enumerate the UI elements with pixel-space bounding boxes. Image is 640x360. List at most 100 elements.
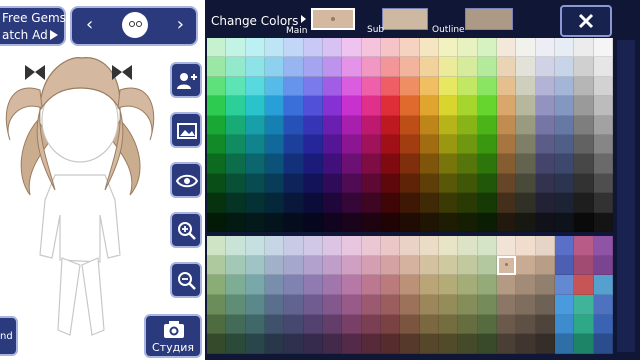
color-cell[interactable] <box>323 334 343 354</box>
color-cell[interactable] <box>419 115 439 135</box>
color-cell[interactable] <box>574 236 594 256</box>
color-cell[interactable] <box>207 38 227 58</box>
color-cell[interactable] <box>419 314 439 335</box>
color-cell[interactable] <box>593 294 613 315</box>
color-cell[interactable] <box>419 193 439 213</box>
color-cell[interactable] <box>593 134 613 155</box>
color-cell[interactable] <box>497 275 517 295</box>
color-cell[interactable] <box>342 314 362 335</box>
outline-color-swatch[interactable] <box>465 8 513 30</box>
color-cell[interactable] <box>477 212 497 232</box>
color-cell[interactable] <box>284 115 304 135</box>
color-cell[interactable] <box>226 115 246 135</box>
color-cell[interactable] <box>381 134 401 155</box>
color-cell[interactable] <box>265 96 285 116</box>
color-cell[interactable] <box>477 294 497 315</box>
color-cell[interactable] <box>207 334 227 354</box>
color-cell[interactable] <box>361 57 381 77</box>
color-cell[interactable] <box>458 134 478 155</box>
color-cell[interactable] <box>419 236 439 256</box>
color-cell[interactable] <box>516 236 536 256</box>
color-cell[interactable] <box>477 134 497 155</box>
studio-button[interactable]: Студия <box>144 314 202 358</box>
color-cell[interactable] <box>303 57 323 77</box>
color-cell[interactable] <box>458 38 478 58</box>
color-cell[interactable] <box>574 255 594 276</box>
color-cell[interactable] <box>265 275 285 295</box>
color-cell[interactable] <box>555 334 575 354</box>
color-cell[interactable] <box>265 76 285 97</box>
color-cell[interactable] <box>439 255 459 276</box>
color-cell[interactable] <box>226 134 246 155</box>
color-cell[interactable] <box>497 236 517 256</box>
color-cell[interactable] <box>245 236 265 256</box>
color-cell[interactable] <box>593 236 613 256</box>
color-cell[interactable] <box>284 294 304 315</box>
color-cell[interactable] <box>458 96 478 116</box>
color-cell[interactable] <box>477 96 497 116</box>
color-cell[interactable] <box>265 236 285 256</box>
color-cell[interactable] <box>245 334 265 354</box>
color-cell[interactable] <box>535 173 555 194</box>
color-cell[interactable] <box>342 173 362 194</box>
color-cell[interactable] <box>593 38 613 58</box>
color-cell[interactable] <box>361 38 381 58</box>
color-cell[interactable] <box>226 57 246 77</box>
color-cell[interactable] <box>245 96 265 116</box>
color-cell[interactable] <box>439 115 459 135</box>
color-cell[interactable] <box>535 134 555 155</box>
color-cell[interactable] <box>245 294 265 315</box>
color-cell[interactable] <box>381 154 401 174</box>
color-cell[interactable] <box>439 76 459 97</box>
zoom-in-button[interactable] <box>170 212 202 248</box>
color-cell[interactable] <box>381 57 401 77</box>
color-cell[interactable] <box>477 154 497 174</box>
color-cell[interactable] <box>342 154 362 174</box>
color-cell[interactable] <box>555 294 575 315</box>
color-cell[interactable] <box>419 173 439 194</box>
color-cell[interactable] <box>477 76 497 97</box>
color-cell[interactable] <box>342 115 362 135</box>
color-cell[interactable] <box>245 76 265 97</box>
color-cell[interactable] <box>245 154 265 174</box>
color-cell[interactable] <box>516 134 536 155</box>
color-cell[interactable] <box>381 193 401 213</box>
color-cell[interactable] <box>400 134 420 155</box>
color-cell[interactable] <box>381 115 401 135</box>
color-cell[interactable] <box>555 212 575 232</box>
color-cell[interactable] <box>226 236 246 256</box>
color-cell[interactable] <box>342 334 362 354</box>
color-cell[interactable] <box>342 134 362 155</box>
color-cell[interactable] <box>477 275 497 295</box>
color-cell[interactable] <box>400 154 420 174</box>
color-cell[interactable] <box>284 96 304 116</box>
color-cell[interactable] <box>265 173 285 194</box>
color-cell[interactable] <box>207 173 227 194</box>
color-cell[interactable] <box>400 314 420 335</box>
color-cell[interactable] <box>226 154 246 174</box>
color-cell[interactable] <box>245 134 265 155</box>
color-cell[interactable] <box>419 38 439 58</box>
color-cell[interactable] <box>477 193 497 213</box>
color-cell[interactable] <box>574 76 594 97</box>
color-cell[interactable] <box>226 212 246 232</box>
color-cell[interactable] <box>342 193 362 213</box>
color-cell[interactable] <box>555 115 575 135</box>
color-cell[interactable] <box>439 212 459 232</box>
color-cell[interactable] <box>593 115 613 135</box>
color-cell[interactable] <box>439 57 459 77</box>
color-cell[interactable] <box>303 96 323 116</box>
color-cell[interactable] <box>381 255 401 276</box>
color-cell[interactable] <box>245 173 265 194</box>
color-cell[interactable] <box>555 134 575 155</box>
color-cell[interactable] <box>574 314 594 335</box>
close-button[interactable] <box>560 5 612 37</box>
color-cell[interactable] <box>458 115 478 135</box>
main-color-swatch[interactable] <box>311 8 355 30</box>
color-cell[interactable] <box>516 294 536 315</box>
color-cell[interactable] <box>207 134 227 155</box>
color-cell[interactable] <box>303 193 323 213</box>
color-cell[interactable] <box>497 314 517 335</box>
color-cell[interactable] <box>574 96 594 116</box>
color-cell[interactable] <box>323 173 343 194</box>
